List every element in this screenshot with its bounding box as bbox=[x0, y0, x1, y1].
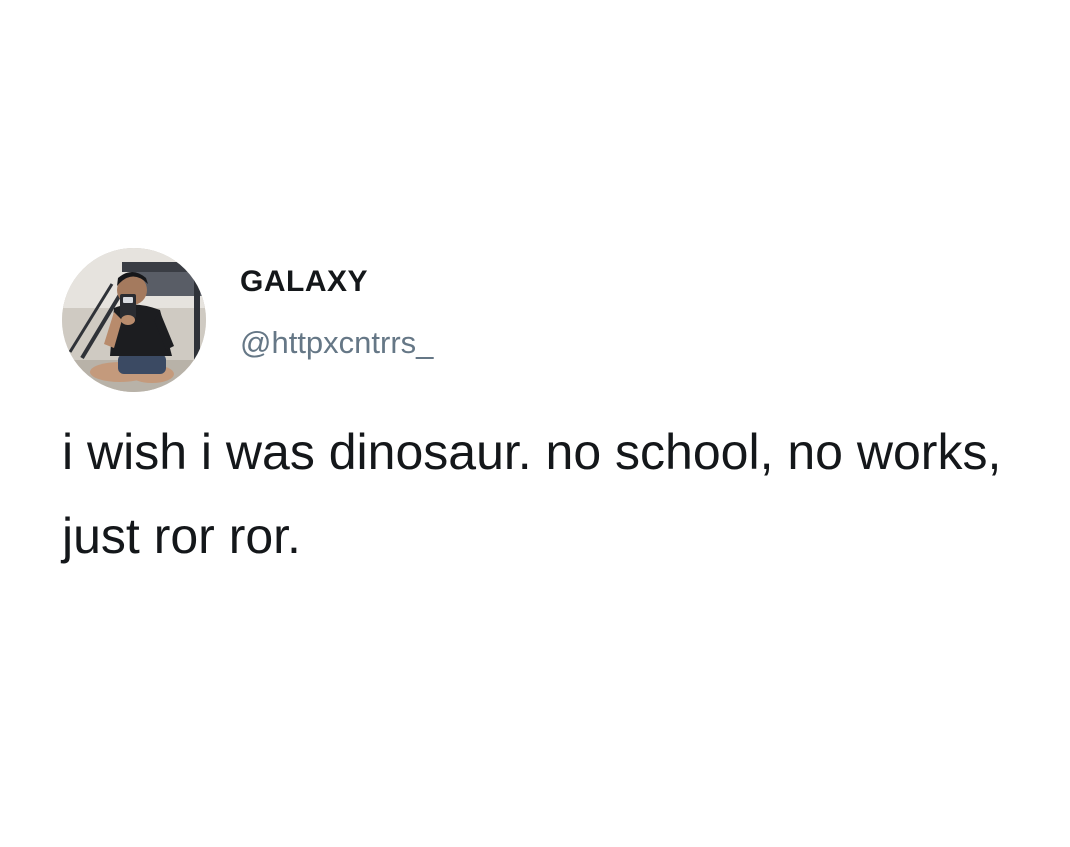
user-handle[interactable]: @httpxcntrrs_ bbox=[240, 327, 433, 358]
profile-photo-icon bbox=[62, 248, 206, 392]
avatar[interactable] bbox=[62, 248, 206, 392]
tweet-header: GALAXY @httpxcntrrs_ bbox=[62, 248, 1042, 392]
author-names: GALAXY @httpxcntrrs_ bbox=[240, 248, 433, 392]
tweet-text: i wish i was dinosaur. no school, no wor… bbox=[62, 424, 1002, 564]
display-name[interactable]: GALAXY bbox=[240, 266, 433, 297]
tweet-card: GALAXY @httpxcntrrs_ i wish i was dinosa… bbox=[62, 248, 1042, 578]
